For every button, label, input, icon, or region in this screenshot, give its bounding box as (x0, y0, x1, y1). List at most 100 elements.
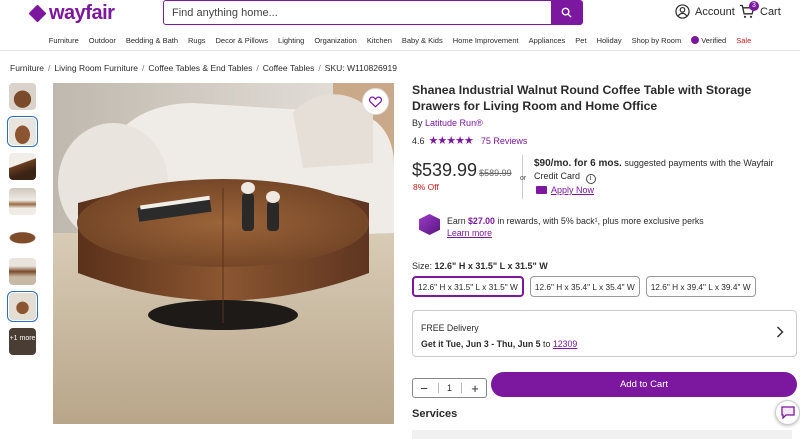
nav-shop-by-room[interactable]: Shop by Room (627, 36, 687, 45)
credit-card-icon (536, 186, 547, 194)
nav-appliances[interactable]: Appliances (524, 36, 571, 45)
nav-kitchen[interactable]: Kitchen (362, 36, 397, 45)
wayfair-logo-icon (28, 4, 47, 22)
logo-text: wayfair (49, 2, 115, 24)
rating-value: 4.6 (412, 135, 425, 146)
nav-baby-kids[interactable]: Baby & Kids (397, 36, 448, 45)
current-price: $539.99 (412, 160, 478, 180)
rewards-banner: Earn $27.00 in rewards, with 5% back¹, p… (419, 214, 789, 239)
product-title: Shanea Industrial Walnut Round Coffee Ta… (412, 83, 752, 113)
product-thumbnail[interactable] (9, 188, 36, 215)
rewards-gem-icon (419, 214, 440, 235)
heart-icon (369, 95, 382, 108)
verified-badge-icon (691, 35, 700, 44)
quantity-increase-button[interactable]: + (468, 382, 482, 395)
delivery-title: FREE Delivery (421, 323, 479, 333)
search-bar (163, 0, 583, 25)
breadcrumb: Furniture / Living Room Furniture / Coff… (10, 63, 397, 73)
breadcrumb-separator: / (48, 63, 51, 73)
breadcrumb-separator: / (256, 63, 259, 73)
breadcrumb-furniture[interactable]: Furniture (10, 63, 44, 73)
cart-icon: 3 (739, 1, 759, 19)
breadcrumb-coffee-tables[interactable]: Coffee Tables (263, 63, 315, 73)
product-thumbnail[interactable] (9, 223, 36, 250)
nav-bedding-bath[interactable]: Bedding & Bath (121, 36, 183, 45)
product-thumbnail[interactable] (9, 153, 36, 180)
nav-outdoor[interactable]: Outdoor (84, 36, 121, 45)
product-rating: 4.6 ★★★★★ 75 Reviews (412, 134, 527, 147)
apply-now-link[interactable]: Apply Now (536, 185, 594, 195)
breadcrumb-living-room-furniture[interactable]: Living Room Furniture (54, 63, 138, 73)
discount-label: 8% Off (413, 182, 439, 192)
by-prefix: By (412, 118, 423, 128)
reviews-link[interactable]: 75 Reviews (481, 136, 528, 146)
search-button[interactable] (551, 1, 582, 24)
financing-text: $90/mo. for 6 mos. suggested payments wi… (534, 157, 794, 184)
product-thumbnail[interactable] (9, 258, 36, 285)
cart-count-badge: 3 (749, 1, 759, 11)
breadcrumb-separator: / (318, 63, 321, 73)
original-price: $589.99 (479, 168, 512, 178)
sku-label: SKU: W110826919 (324, 63, 397, 73)
nav-decor-pillows[interactable]: Decor & Pillows (211, 36, 274, 45)
apply-now-label: Apply Now (551, 185, 595, 195)
breadcrumb-separator: / (142, 63, 145, 73)
nav-holiday[interactable]: Holiday (592, 36, 627, 45)
services-heading: Services (412, 408, 458, 420)
nav-home-improvement[interactable]: Home Improvement (448, 36, 524, 45)
nav-organization[interactable]: Organization (309, 36, 362, 45)
category-nav: Furniture Outdoor Bedding & Bath Rugs De… (0, 30, 800, 51)
rewards-text: Earn $27.00 in rewards, with 5% back¹, p… (447, 214, 704, 239)
wayfair-logo[interactable]: wayfair (28, 2, 115, 25)
nav-verified-label: Verified (701, 35, 727, 45)
size-label: Size: 12.6" H x 31.5" L x 31.5" W (412, 261, 548, 271)
add-to-cart-button[interactable]: Add to Cart (491, 372, 797, 397)
breadcrumb-coffee-end-tables[interactable]: Coffee Tables & End Tables (148, 63, 252, 73)
zip-code-link[interactable]: 12309 (553, 339, 577, 349)
nav-rugs[interactable]: Rugs (183, 36, 211, 45)
rewards-amount: $27.00 (468, 216, 495, 226)
info-icon[interactable]: i (585, 174, 596, 184)
rewards-text-suffix: in rewards, with 5% back¹, plus more exc… (494, 216, 704, 226)
cart-label: Cart (760, 5, 781, 18)
size-options: 12.6" H x 31.5" L x 31.5" W 12.6" H x 35… (412, 276, 756, 297)
thumbnail-strip: +1 more (7, 83, 38, 363)
size-option[interactable]: 12.6" H x 39.4" L x 39.4" W (645, 276, 756, 297)
delivery-estimate: Get it Tue, Jun 3 - Thu, Jun 5 to 12309 (421, 339, 577, 349)
rewards-text-prefix: Earn (447, 216, 469, 226)
nav-furniture[interactable]: Furniture (44, 36, 84, 45)
cart-link[interactable]: 3 Cart (739, 1, 781, 19)
product-thumbnail-selected[interactable] (7, 116, 38, 147)
favorite-button[interactable] (362, 88, 389, 115)
quantity-value[interactable]: 1 (437, 383, 462, 393)
coffee-table-photo (53, 83, 394, 424)
more-thumbnails-button[interactable]: +1 more (9, 328, 36, 355)
account-link[interactable]: Account (675, 4, 735, 19)
nav-pet[interactable]: Pet (570, 36, 591, 45)
product-thumbnail-selected[interactable] (7, 291, 38, 322)
size-option[interactable]: 12.6" H x 35.4" L x 35.4" W (529, 276, 640, 297)
or-label: or (520, 175, 527, 182)
size-option-selected[interactable]: 12.6" H x 31.5" L x 31.5" W (412, 276, 524, 297)
brand-link[interactable]: Latitude Run® (425, 118, 483, 128)
delivery-card[interactable]: FREE Delivery Get it Tue, Jun 3 - Thu, J… (412, 310, 797, 357)
product-brand-line: By Latitude Run® (412, 118, 483, 128)
selected-size: 12.6" H x 31.5" L x 31.5" W (434, 261, 548, 271)
star-rating-icon: ★★★★★ (428, 135, 474, 147)
services-panel (412, 430, 792, 439)
chat-button[interactable] (775, 400, 800, 425)
chevron-right-icon (777, 326, 784, 338)
quantity-stepper: − 1 + (412, 378, 487, 398)
account-label: Account (695, 5, 735, 18)
account-icon (675, 4, 690, 19)
search-input[interactable] (164, 1, 551, 24)
quantity-decrease-button[interactable]: − (417, 382, 431, 395)
product-main-image[interactable] (53, 83, 394, 424)
nav-verified[interactable]: Verified (686, 35, 731, 45)
site-header: wayfair Account 3 Cart (0, 0, 800, 28)
delivery-dates: Get it Tue, Jun 3 - Thu, Jun 5 (421, 339, 541, 349)
nav-lighting[interactable]: Lighting (273, 36, 309, 45)
nav-sale[interactable]: Sale (731, 36, 756, 45)
learn-more-link[interactable]: Learn more (447, 228, 492, 238)
product-thumbnail[interactable] (9, 83, 36, 110)
